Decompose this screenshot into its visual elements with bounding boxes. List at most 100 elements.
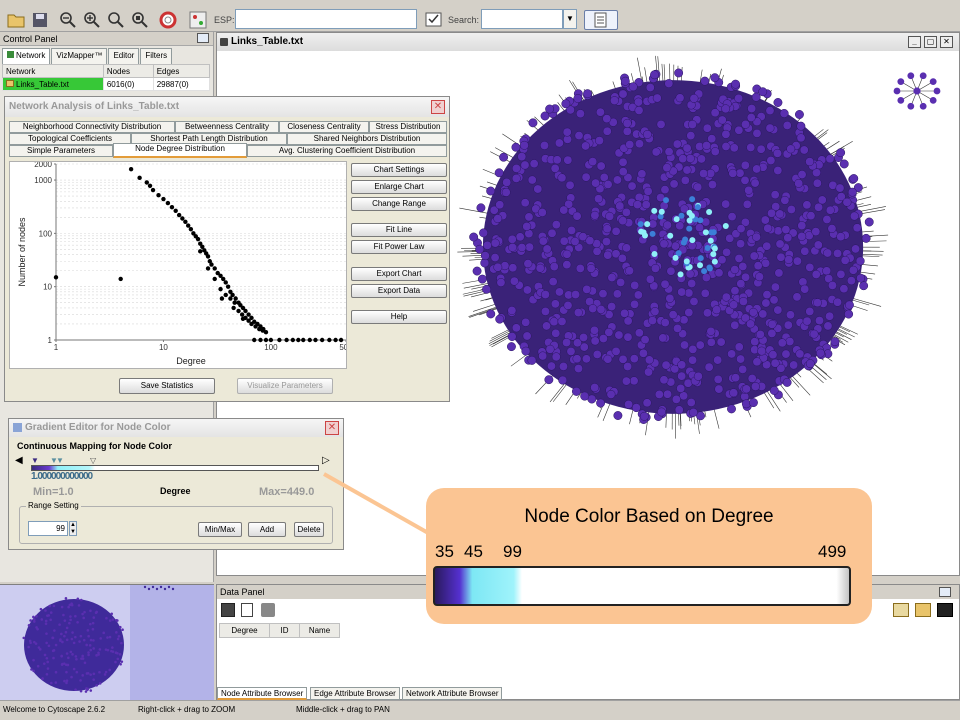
node[interactable] bbox=[638, 348, 648, 358]
node[interactable] bbox=[495, 314, 505, 324]
node[interactable] bbox=[861, 233, 871, 243]
node[interactable] bbox=[811, 270, 821, 279]
node[interactable] bbox=[633, 290, 643, 300]
node[interactable] bbox=[714, 268, 724, 278]
node[interactable] bbox=[517, 152, 527, 162]
node[interactable] bbox=[746, 113, 756, 122]
node[interactable] bbox=[679, 315, 689, 325]
node[interactable] bbox=[618, 167, 628, 177]
search-dropdown-icon[interactable]: ▼ bbox=[563, 9, 577, 29]
node[interactable] bbox=[770, 282, 780, 292]
node[interactable] bbox=[662, 220, 672, 230]
node[interactable] bbox=[493, 262, 503, 272]
node[interactable] bbox=[770, 358, 780, 368]
node[interactable] bbox=[522, 285, 532, 295]
node[interactable] bbox=[699, 169, 709, 179]
node[interactable] bbox=[590, 210, 600, 220]
node[interactable] bbox=[684, 308, 694, 317]
node[interactable] bbox=[620, 76, 630, 86]
node[interactable] bbox=[758, 87, 768, 97]
node[interactable] bbox=[847, 187, 857, 197]
node[interactable] bbox=[552, 155, 562, 165]
node[interactable] bbox=[583, 89, 593, 99]
hub-node[interactable] bbox=[638, 228, 645, 235]
node[interactable] bbox=[897, 78, 905, 85]
node[interactable] bbox=[575, 263, 585, 273]
node[interactable] bbox=[624, 399, 634, 409]
enlarge-chart-button[interactable]: Enlarge Chart bbox=[351, 180, 447, 194]
column-degree[interactable]: Degree bbox=[219, 623, 270, 638]
node[interactable] bbox=[685, 154, 695, 163]
column-id[interactable]: ID bbox=[269, 623, 300, 638]
node[interactable] bbox=[612, 289, 622, 299]
node[interactable] bbox=[545, 344, 555, 354]
node[interactable] bbox=[786, 144, 796, 154]
node[interactable] bbox=[736, 279, 746, 289]
node[interactable] bbox=[496, 278, 506, 287]
node[interactable] bbox=[562, 249, 572, 259]
node[interactable] bbox=[630, 299, 639, 309]
node[interactable] bbox=[708, 180, 717, 190]
node[interactable] bbox=[591, 178, 601, 188]
hub-node[interactable] bbox=[694, 204, 701, 211]
hub-node[interactable] bbox=[707, 237, 714, 244]
node[interactable] bbox=[738, 296, 748, 306]
node[interactable] bbox=[836, 269, 846, 279]
node[interactable] bbox=[765, 123, 775, 133]
node[interactable] bbox=[602, 114, 612, 124]
node[interactable] bbox=[490, 253, 500, 263]
node[interactable] bbox=[551, 220, 561, 230]
node[interactable] bbox=[721, 104, 731, 114]
node[interactable] bbox=[907, 102, 915, 110]
hub-node[interactable] bbox=[683, 258, 690, 265]
node[interactable] bbox=[852, 223, 862, 233]
node[interactable] bbox=[815, 316, 824, 326]
hub-node[interactable] bbox=[710, 229, 717, 236]
node[interactable] bbox=[776, 252, 786, 262]
node[interactable] bbox=[535, 263, 545, 273]
node[interactable] bbox=[617, 253, 627, 263]
network-filter-icon[interactable] bbox=[584, 10, 618, 30]
hub-node[interactable] bbox=[706, 265, 713, 272]
node[interactable] bbox=[734, 342, 744, 352]
node[interactable] bbox=[665, 293, 675, 303]
node[interactable] bbox=[520, 160, 530, 170]
node[interactable] bbox=[579, 333, 589, 342]
node[interactable] bbox=[634, 328, 644, 338]
node[interactable] bbox=[747, 104, 757, 113]
node[interactable] bbox=[581, 354, 591, 364]
help-button[interactable]: Help bbox=[351, 310, 447, 324]
node[interactable] bbox=[752, 128, 762, 138]
hub-node[interactable] bbox=[673, 216, 680, 223]
help-lifebuoy-icon[interactable] bbox=[158, 10, 178, 30]
tab-node-degree-distribution[interactable]: Node Degree Distribution bbox=[113, 143, 247, 158]
node[interactable] bbox=[802, 200, 812, 210]
node[interactable] bbox=[796, 133, 806, 143]
node[interactable] bbox=[607, 302, 617, 312]
export-chart-button[interactable]: Export Chart bbox=[351, 267, 447, 281]
node[interactable] bbox=[596, 398, 606, 408]
thumb-4-icon[interactable]: ▽ bbox=[90, 456, 96, 465]
node[interactable] bbox=[588, 304, 598, 314]
close-icon[interactable]: ✕ bbox=[940, 36, 953, 48]
node[interactable] bbox=[746, 143, 756, 152]
node[interactable] bbox=[919, 102, 927, 110]
node[interactable] bbox=[596, 304, 606, 314]
network-icon[interactable] bbox=[937, 603, 953, 617]
select-attributes-icon[interactable] bbox=[221, 603, 235, 617]
node[interactable] bbox=[643, 186, 653, 196]
node[interactable] bbox=[629, 354, 639, 364]
node[interactable] bbox=[588, 157, 598, 167]
node[interactable] bbox=[755, 330, 765, 339]
birds-eye-canvas[interactable] bbox=[0, 585, 214, 701]
node[interactable] bbox=[611, 226, 621, 236]
node[interactable] bbox=[631, 403, 641, 413]
node[interactable] bbox=[729, 388, 739, 398]
node[interactable] bbox=[581, 141, 591, 151]
visualize-parameters-button[interactable]: Visualize Parameters bbox=[237, 378, 333, 394]
hub-node[interactable] bbox=[722, 223, 729, 230]
save-statistics-button[interactable]: Save Statistics bbox=[119, 378, 215, 394]
node[interactable] bbox=[614, 330, 624, 340]
node[interactable] bbox=[547, 228, 557, 238]
node[interactable] bbox=[913, 87, 921, 95]
